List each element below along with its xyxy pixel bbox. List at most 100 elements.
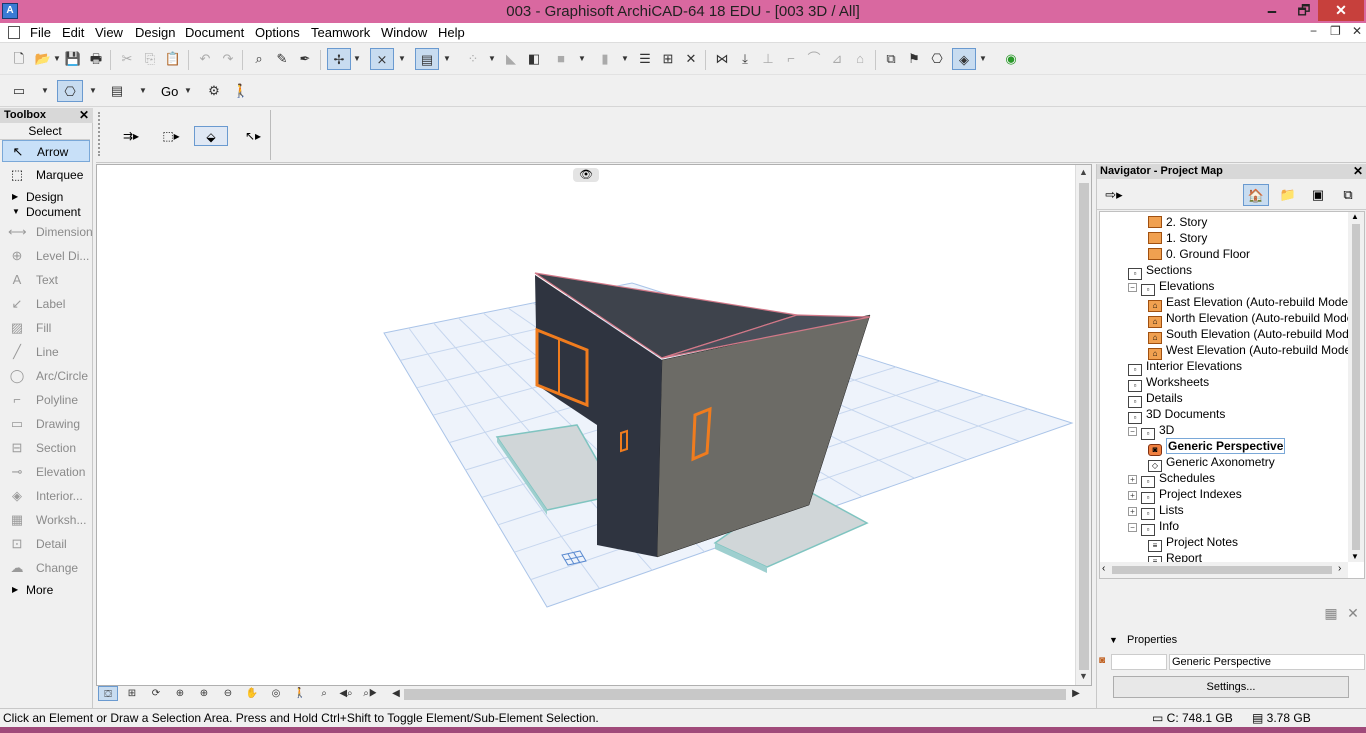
layout-icon[interactable]: ▭ — [8, 80, 30, 102]
settings-button[interactable]: Settings... — [1113, 676, 1349, 698]
copy-icon[interactable]: ⎘ — [139, 48, 161, 70]
tree-item[interactable]: ⌂ East Elevation (Auto-rebuild Model) — [1148, 294, 1355, 312]
zoom-in-area-icon[interactable]: ⊕ — [170, 686, 190, 701]
tool-arrow[interactable]: ↖ Arrow — [2, 140, 90, 162]
document-icon[interactable] — [8, 26, 20, 39]
tree-item[interactable]: ◙ Generic Perspective — [1148, 438, 1286, 456]
stair-icon[interactable]: ☰ — [634, 48, 656, 70]
layout-dropdown-icon[interactable]: ▼ — [40, 80, 50, 102]
gravity-icon[interactable]: ✢ — [327, 48, 351, 70]
tree-item[interactable]: ⌂ North Elevation (Auto-rebuild Mode — [1148, 310, 1353, 328]
collapse-icon[interactable]: − — [1128, 427, 1137, 436]
gravity-dropdown-icon[interactable]: ▼ — [352, 48, 362, 70]
menu-document[interactable]: Document — [185, 25, 244, 40]
tool-line[interactable]: ╱ Line — [2, 341, 90, 363]
paste-icon[interactable]: 📋 — [162, 48, 184, 70]
tree-item[interactable]: + ▫ Lists — [1128, 502, 1184, 520]
tool-polyline[interactable]: ⌐ Polyline — [2, 389, 90, 411]
tree-horizontal-scrollbar[interactable]: ‹ › — [1100, 562, 1348, 578]
tree-item[interactable]: ⌂ South Elevation (Auto-rebuild Mode — [1148, 326, 1355, 344]
properties-name-field[interactable]: Generic Perspective — [1169, 654, 1365, 670]
tree-item[interactable]: ▫ 3D Documents — [1128, 406, 1225, 424]
snap-icon[interactable]: ⨯ — [370, 48, 394, 70]
drag-handle[interactable] — [98, 112, 106, 156]
tool-section[interactable]: ⊟ Section — [2, 437, 90, 459]
3d-window-icon[interactable]: ⎔ — [926, 48, 948, 70]
view-map-icon[interactable]: 📁 — [1275, 184, 1301, 206]
layer-combo-dropdown-icon[interactable]: ▼ — [442, 48, 452, 70]
tool-text[interactable]: A Text — [2, 269, 90, 291]
layout-book-icon[interactable]: ▣ — [1305, 184, 1331, 206]
tree-item[interactable]: ◇ Generic Axonometry — [1148, 454, 1275, 472]
tool-interior-elevation[interactable]: ◈ Interior... — [2, 485, 90, 507]
tree-item[interactable]: ▫ Sections — [1128, 262, 1192, 280]
open-file-icon[interactable]: 📂 — [32, 48, 54, 70]
tree-item[interactable]: 0. Ground Floor — [1148, 246, 1250, 262]
3d-view-icon[interactable]: ◈ — [952, 48, 976, 70]
scroll-left-icon[interactable]: ◀ — [386, 686, 406, 701]
doc-minimize-button[interactable]: − — [1310, 24, 1317, 38]
undo-icon[interactable]: ↶ — [194, 48, 216, 70]
go-label[interactable]: Go — [161, 84, 178, 99]
column-icon[interactable]: ▮ — [594, 48, 616, 70]
tree-item[interactable]: 2. Story — [1148, 214, 1207, 230]
expand-icon[interactable]: + — [1128, 507, 1137, 516]
tree-vertical-scrollbar[interactable]: ▲ ▼ — [1348, 212, 1364, 562]
tree-item[interactable]: − ▫ Elevations — [1128, 278, 1214, 296]
tree-item[interactable]: ▫ Interior Elevations — [1128, 358, 1242, 376]
orbit-icon[interactable]: ⚙ — [203, 80, 225, 102]
table-icon[interactable]: ⊞ — [657, 48, 679, 70]
teamwork-status-icon[interactable]: ◉ — [1000, 48, 1022, 70]
expand-icon[interactable]: + — [1128, 491, 1137, 500]
previous-zoom-icon[interactable]: ◀⌕ — [336, 686, 356, 701]
pan-icon[interactable]: ✋ — [242, 686, 262, 701]
zoom-window-icon[interactable]: ⊞ — [122, 686, 142, 701]
navigator-close-icon[interactable]: ✕ — [1353, 164, 1363, 179]
open-dropdown-icon[interactable]: ▼ — [52, 48, 62, 70]
tool-elevation[interactable]: ⊸ Elevation — [2, 461, 90, 483]
tool-change[interactable]: ☁ Change — [2, 557, 90, 579]
rotate-view-icon[interactable]: ⟳ — [146, 686, 166, 701]
restore-button[interactable]: 🗗 — [1290, 0, 1318, 21]
slab-icon[interactable]: ◣ — [500, 48, 522, 70]
tool-label[interactable]: ↙ Label — [2, 293, 90, 315]
tool-level-dimension[interactable]: ⊕ Level Di... — [2, 245, 90, 267]
doc-restore-button[interactable]: ❐ — [1330, 24, 1341, 38]
toolbox-close-icon[interactable]: ✕ — [79, 108, 89, 123]
trim-icon[interactable]: ⊿ — [826, 48, 848, 70]
menu-view[interactable]: View — [95, 25, 123, 40]
tree-item[interactable]: ⌂ West Elevation (Auto-rebuild Model — [1148, 342, 1354, 360]
floor-plan-icon[interactable]: ⧉ — [880, 48, 902, 70]
section-view-icon[interactable]: ⚑ — [903, 48, 925, 70]
snap-dropdown-icon[interactable]: ▼ — [397, 48, 407, 70]
menu-options[interactable]: Options — [255, 25, 300, 40]
find-select-icon[interactable]: ⌕ — [248, 48, 270, 70]
fillet-icon[interactable]: ⌐ — [780, 48, 802, 70]
doc-close-button[interactable]: ✕ — [1352, 24, 1362, 38]
scroll-right-icon[interactable]: ▶ — [1066, 686, 1086, 701]
roof-icon[interactable]: ⌂ — [849, 48, 871, 70]
tool-dimension[interactable]: ⟷ Dimension — [2, 221, 93, 243]
fit-in-window-icon[interactable]: ⌕ — [314, 686, 334, 701]
tree-item[interactable]: ▫ Details — [1128, 390, 1183, 408]
split-icon[interactable]: ⋈ — [711, 48, 733, 70]
group-more[interactable]: ▶ More — [2, 582, 90, 598]
navigator-preview-icon[interactable]: ⛋ — [98, 686, 118, 701]
tool-fill[interactable]: ▨ Fill — [2, 317, 90, 339]
go-dropdown-icon[interactable]: ▼ — [183, 80, 193, 102]
group-document[interactable]: ▼ Document — [2, 204, 90, 220]
grid-snap-icon[interactable]: ⁘ — [462, 48, 484, 70]
tree-item[interactable]: − ▫ Info — [1128, 518, 1179, 536]
render-mode-dropdown-icon[interactable]: ▼ — [88, 80, 98, 102]
tree-item[interactable]: + ▫ Project Indexes — [1128, 486, 1242, 504]
scroll-up-icon[interactable]: ▲ — [1079, 167, 1088, 177]
wall-icon[interactable]: ◧ — [523, 48, 545, 70]
marquee-method-icon[interactable]: ⬚▸ — [154, 126, 188, 146]
tree-item[interactable]: 1. Story — [1148, 230, 1207, 246]
new-file-icon[interactable]: 🗋 — [8, 48, 30, 70]
selection-method-icon[interactable]: ⇉▸ — [114, 126, 148, 146]
tool-drawing[interactable]: ▭ Drawing — [2, 413, 90, 435]
tree-item[interactable]: ≡ Project Notes — [1148, 534, 1238, 552]
tool-worksheet[interactable]: ▦ Worksh... — [2, 509, 90, 531]
delete-icon[interactable]: ✕ — [680, 48, 702, 70]
